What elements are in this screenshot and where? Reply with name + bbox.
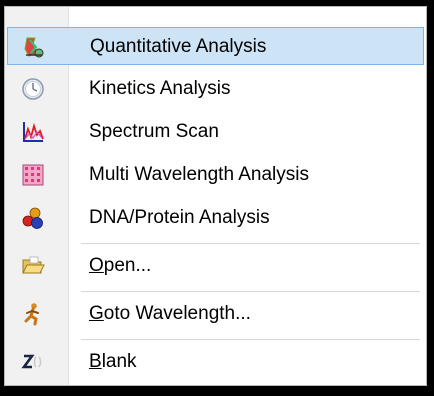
- menu-item-label: Quantitative Analysis: [90, 36, 267, 57]
- blank-zero-icon: [21, 350, 45, 374]
- menu-item-label: Blank: [89, 351, 137, 372]
- quantitative-analysis-icon: [22, 35, 46, 59]
- open-folder-icon: [21, 254, 45, 278]
- multi-wavelength-grid-icon: [21, 163, 45, 187]
- menu-separator: [81, 243, 420, 244]
- menu-separator: [81, 291, 420, 292]
- menu-item-open[interactable]: Open...: [7, 247, 424, 285]
- menu-separator: [81, 339, 420, 340]
- menu-item-kinetics-analysis[interactable]: Kinetics Analysis: [7, 70, 424, 108]
- menu-item-label: Spectrum Scan: [89, 121, 219, 142]
- spectrum-graph-icon: [21, 120, 45, 144]
- context-menu: Quantitative Analysis Kinetics Analysis …: [4, 6, 427, 386]
- menu-item-label: Multi Wavelength Analysis: [89, 164, 310, 185]
- kinetics-clock-icon: [21, 77, 45, 101]
- menu-item-label: Goto Wavelength...: [89, 303, 251, 324]
- goto-wavelength-runner-icon: [21, 302, 45, 326]
- menu-item-quantitative-analysis[interactable]: Quantitative Analysis: [7, 27, 424, 65]
- menu-item-goto-wavelength[interactable]: Goto Wavelength...: [7, 295, 424, 333]
- menu-item-blank[interactable]: Blank: [7, 343, 424, 381]
- menu-item-label: Kinetics Analysis: [89, 78, 231, 99]
- menu-item-dna-protein-analysis[interactable]: DNA/Protein Analysis: [7, 199, 424, 237]
- menu-item-label: Open...: [89, 255, 152, 276]
- menu-item-label: DNA/Protein Analysis: [89, 207, 270, 228]
- dna-protein-molecule-icon: [21, 206, 45, 230]
- menu-item-multi-wavelength-analysis[interactable]: Multi Wavelength Analysis: [7, 156, 424, 194]
- menu-item-spectrum-scan[interactable]: Spectrum Scan: [7, 113, 424, 151]
